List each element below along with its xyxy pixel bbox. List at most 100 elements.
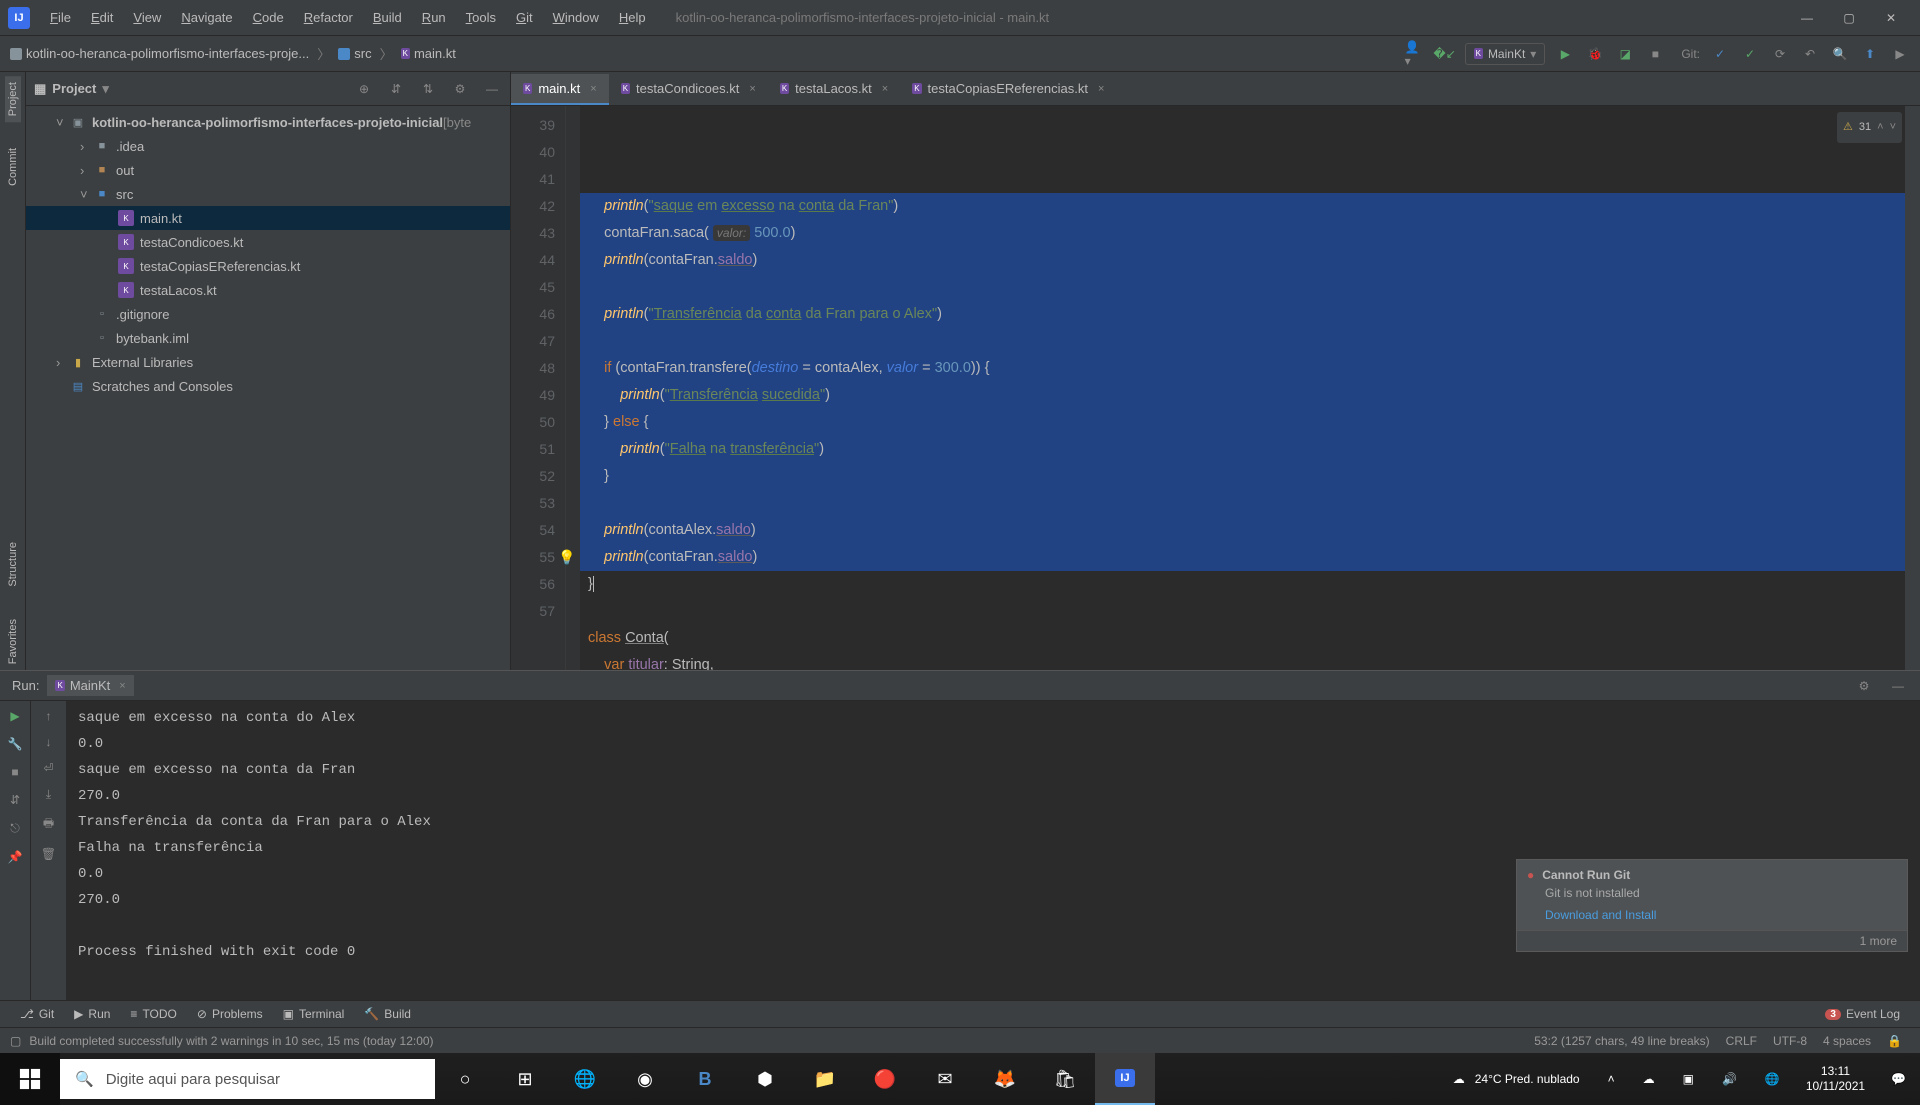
search-icon[interactable]: 🔍 [1830, 44, 1850, 64]
taskbar-search[interactable]: 🔍 Digite aqui para pesquisar [60, 1059, 435, 1099]
app-b-icon[interactable]: B [675, 1053, 735, 1105]
commit-tab[interactable]: Commit [5, 142, 21, 192]
tool-problems[interactable]: ⊘Problems [187, 1007, 273, 1021]
menu-file[interactable]: File [40, 6, 81, 29]
taskbar-clock[interactable]: 13:11 10/11/2021 [1794, 1064, 1877, 1094]
notification-link[interactable]: Download and Install [1517, 906, 1907, 930]
run-tab-label[interactable]: MainKt [70, 678, 110, 693]
rerun-icon[interactable]: ▶ [10, 709, 19, 723]
git-history-icon[interactable]: ⟳ [1770, 44, 1790, 64]
run-hide-icon[interactable]: ― [1888, 676, 1908, 696]
editor-tab-main-kt[interactable]: Kmain.kt× [511, 74, 609, 105]
tool-terminal[interactable]: ▣Terminal [273, 1007, 355, 1021]
softwrap-icon[interactable]: ⏎ [43, 761, 53, 775]
build-hammer-icon[interactable]: �↙ [1435, 44, 1455, 64]
favorites-tab[interactable]: Favorites [5, 613, 21, 670]
stop-icon[interactable]: ■ [1645, 44, 1665, 64]
notification-more[interactable]: 1 more [1517, 930, 1907, 951]
pin-icon[interactable]: 📌 [8, 850, 23, 864]
down-icon[interactable]: ↓ [46, 735, 52, 749]
code-body[interactable]: ⚠ 31 ˄˅ println("saque em excesso na con… [580, 106, 1920, 670]
breadcrumb[interactable]: kotlin-oo-heranca-polimorfismo-interface… [10, 44, 456, 63]
tool-todo[interactable]: ≡TODO [120, 1007, 186, 1021]
expand-icon[interactable]: ⇵ [386, 79, 406, 99]
menu-help[interactable]: Help [609, 6, 656, 29]
project-tab[interactable]: Project [5, 76, 21, 122]
steam-icon[interactable]: ◉ [615, 1053, 675, 1105]
hide-icon[interactable]: ― [482, 79, 502, 99]
stop-run-icon[interactable]: ■ [11, 765, 18, 779]
menu-code[interactable]: Code [243, 6, 294, 29]
tool-build[interactable]: 🔨Build [354, 1007, 421, 1021]
debug-icon[interactable]: 🐞 [1585, 44, 1605, 64]
menu-edit[interactable]: Edit [81, 6, 123, 29]
close-tab-icon[interactable]: × [1098, 83, 1104, 95]
layout-icon[interactable]: ⇵ [10, 793, 20, 807]
console-output[interactable]: saque em excesso na conta do Alex 0.0 sa… [66, 701, 1920, 1000]
tool-run[interactable]: ▶Run [64, 1007, 120, 1021]
gear-icon[interactable]: ⚙ [450, 79, 470, 99]
tree-item-out[interactable]: ›■out [26, 158, 510, 182]
menu-window[interactable]: Window [543, 6, 609, 29]
intellij-taskbar-icon[interactable]: IJ [1095, 1053, 1155, 1105]
collapse-icon[interactable]: ⇅ [418, 79, 438, 99]
tray-chevron-icon[interactable]: ˄ [1594, 1072, 1629, 1086]
close-tab-icon[interactable]: × [590, 83, 596, 95]
code-editor[interactable]: 39404142434445464748495051525354555657 ⚠… [511, 106, 1920, 670]
maximize-button[interactable]: ▢ [1828, 4, 1870, 32]
start-button[interactable] [0, 1053, 60, 1105]
git-update-icon[interactable]: ✓ [1710, 44, 1730, 64]
coverage-icon[interactable]: ◪ [1615, 44, 1635, 64]
status-lock-icon[interactable]: 🔒 [1879, 1034, 1910, 1048]
tree-item-testacondicoes-kt[interactable]: KtestaCondicoes.kt [26, 230, 510, 254]
run-settings-icon[interactable]: ⚙ [1854, 676, 1874, 696]
target-icon[interactable]: ⊕ [354, 79, 374, 99]
close-tab-icon[interactable]: × [749, 83, 755, 95]
tree-item-kotlin-oo-heranca-polimorfismo-interfaces-projeto-inicial[interactable]: ˅▣kotlin-oo-heranca-polimorfismo-interfa… [26, 110, 510, 134]
firefox-icon[interactable]: 🦊 [975, 1053, 1035, 1105]
menu-tools[interactable]: Tools [456, 6, 506, 29]
editor-tab-testaCopiasEReferencias-kt[interactable]: KtestaCopiasEReferencias.kt× [900, 74, 1116, 105]
run-config-selector[interactable]: K MainKt ▾ [1465, 43, 1546, 65]
edge-icon[interactable]: 🌐 [555, 1053, 615, 1105]
status-icon[interactable]: ▢ [10, 1034, 21, 1048]
print-icon[interactable]: 🖶 [43, 814, 54, 835]
git-commit-icon[interactable]: ✓ [1740, 44, 1760, 64]
chrome-icon[interactable]: 🔴 [855, 1053, 915, 1105]
weather-widget[interactable]: ☁ 24°C Pred. nublado [1439, 1072, 1594, 1086]
status-line-separator[interactable]: CRLF [1718, 1034, 1765, 1048]
run-config-icon[interactable]: 🔧 [8, 737, 23, 751]
app-red-icon[interactable]: ⬢ [735, 1053, 795, 1105]
tree-item-testacopiasereferencias-kt[interactable]: KtestaCopiasEReferencias.kt [26, 254, 510, 278]
tree-item-scratches-and-consoles[interactable]: ▤Scratches and Consoles [26, 374, 510, 398]
run-icon[interactable]: ▶ [1555, 44, 1575, 64]
clear-icon[interactable]: 🗑 [41, 847, 56, 861]
inspection-summary[interactable]: ⚠ 31 ˄˅ [1837, 112, 1902, 143]
error-stripe[interactable] [1905, 106, 1920, 670]
task-view-icon[interactable]: ⊞ [495, 1053, 555, 1105]
tray-onedrive-icon[interactable]: ☁ [1629, 1072, 1669, 1086]
tree-item--gitignore[interactable]: ▫.gitignore [26, 302, 510, 326]
menu-refactor[interactable]: Refactor [294, 6, 363, 29]
editor-tab-testaCondicoes-kt[interactable]: KtestaCondicoes.kt× [609, 74, 768, 105]
fold-gutter[interactable] [566, 106, 580, 670]
event-log-button[interactable]: 3 Event Log [1815, 1007, 1910, 1021]
menu-view[interactable]: View [123, 6, 171, 29]
menu-run[interactable]: Run [412, 6, 456, 29]
close-tab-icon[interactable]: × [119, 680, 125, 692]
mail-icon[interactable]: ✉ [915, 1053, 975, 1105]
menu-git[interactable]: Git [506, 6, 543, 29]
notifications-icon[interactable]: 💬 [1877, 1072, 1920, 1086]
structure-tab[interactable]: Structure [5, 536, 21, 593]
tray-battery-icon[interactable]: ▣ [1669, 1072, 1708, 1086]
store-icon[interactable]: 🛍 [1035, 1053, 1095, 1105]
git-rollback-icon[interactable]: ↶ [1800, 44, 1820, 64]
file-explorer-icon[interactable]: 📁 [795, 1053, 855, 1105]
add-user-icon[interactable]: 👤▾ [1405, 44, 1425, 64]
cortana-icon[interactable]: ○ [435, 1053, 495, 1105]
up-icon[interactable]: ↑ [46, 709, 52, 723]
tray-volume-icon[interactable]: 🔊 [1708, 1072, 1751, 1086]
status-encoding[interactable]: UTF-8 [1765, 1034, 1815, 1048]
tray-network-icon[interactable]: 🌐 [1751, 1072, 1794, 1086]
tool-git[interactable]: ⎇Git [10, 1007, 64, 1021]
